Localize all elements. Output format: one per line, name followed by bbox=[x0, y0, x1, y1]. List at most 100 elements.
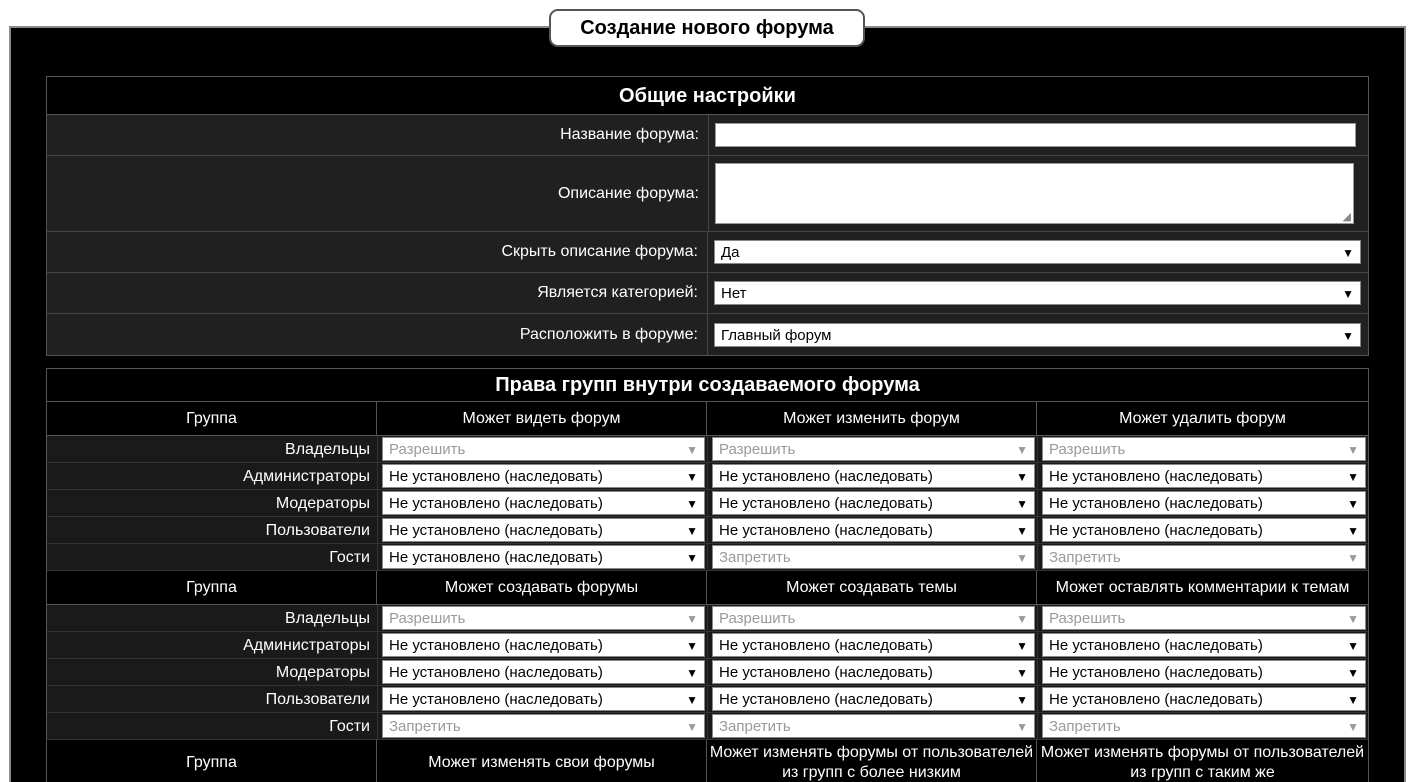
group-name: Владельцы bbox=[285, 441, 370, 458]
chevron-down-icon: ▼ bbox=[1016, 497, 1028, 511]
general-settings: Общие настройки Название форума: Описани… bbox=[46, 76, 1369, 356]
permission-select: Разрешить ▼ bbox=[1042, 606, 1366, 630]
permission-value: Не установлено (наследовать) bbox=[389, 495, 603, 512]
chevron-down-icon: ▼ bbox=[686, 551, 698, 565]
permission-value: Разрешить bbox=[1049, 441, 1126, 458]
permission-value: Не установлено (наследовать) bbox=[389, 468, 603, 485]
permission-value: Не установлено (наследовать) bbox=[389, 637, 603, 654]
permission-value: Не установлено (наследовать) bbox=[1049, 637, 1263, 654]
permission-select[interactable]: Не установлено (наследовать) ▼ bbox=[712, 491, 1035, 515]
permission-select[interactable]: Не установлено (наследовать) ▼ bbox=[382, 545, 705, 569]
permission-value: Разрешить bbox=[719, 610, 796, 627]
permission-value: Не установлено (наследовать) bbox=[1049, 468, 1263, 485]
chevron-down-icon: ▼ bbox=[1347, 666, 1359, 680]
permissions-header-row: Группа Может видеть форум Может изменить… bbox=[47, 402, 1368, 436]
permission-value: Разрешить bbox=[389, 610, 466, 627]
permission-select[interactable]: Не установлено (наследовать) ▼ bbox=[1042, 633, 1366, 657]
permission-row: Гости Не установлено (наследовать) ▼ Запрет… bbox=[47, 544, 1368, 571]
chevron-down-icon: ▼ bbox=[1016, 443, 1028, 457]
permission-value: Разрешить bbox=[1049, 610, 1126, 627]
group-permissions: Права групп внутри создаваемого форума Г… bbox=[46, 368, 1369, 782]
permission-select: Разрешить ▼ bbox=[1042, 437, 1366, 461]
permission-row: Пользователи Не установлено (наследовать)… bbox=[47, 517, 1368, 544]
permissions-header-row: Группа Может изменять свои форумы Может … bbox=[47, 740, 1368, 782]
chevron-down-icon: ▼ bbox=[1016, 524, 1028, 538]
parent-forum-value: Главный форум bbox=[721, 326, 832, 344]
is-category-select[interactable]: Нет ▼ bbox=[714, 281, 1361, 305]
chevron-down-icon: ▼ bbox=[1347, 639, 1359, 653]
chevron-down-icon: ▼ bbox=[1016, 551, 1028, 565]
permission-select[interactable]: Не установлено (наследовать) ▼ bbox=[382, 633, 705, 657]
chevron-down-icon: ▼ bbox=[686, 720, 698, 734]
parent-forum-label: Расположить в форуме: bbox=[47, 314, 708, 355]
permission-select: Запретить ▼ bbox=[712, 714, 1035, 738]
permission-value: Запретить bbox=[719, 549, 791, 566]
permission-select: Разрешить ▼ bbox=[712, 606, 1035, 630]
chevron-down-icon: ▼ bbox=[1016, 612, 1028, 626]
chevron-down-icon: ▼ bbox=[1342, 287, 1354, 301]
permission-row: Владельцы Разрешить ▼ Разрешить ▼ Разрешить ▼ bbox=[47, 605, 1368, 632]
permission-select: Запретить ▼ bbox=[1042, 714, 1366, 738]
parent-forum-select[interactable]: Главный форум ▼ bbox=[714, 322, 1361, 347]
permission-select[interactable]: Не установлено (наследовать) ▼ bbox=[382, 518, 705, 542]
permission-select[interactable]: Не установлено (наследовать) ▼ bbox=[382, 660, 705, 684]
chevron-down-icon: ▼ bbox=[1342, 328, 1354, 343]
forum-description-label: Описание форума: bbox=[47, 156, 709, 231]
is-category-label: Является категорией: bbox=[47, 273, 708, 313]
forum-name-input[interactable] bbox=[715, 123, 1356, 147]
permission-select[interactable]: Не установлено (наследовать) ▼ bbox=[382, 687, 705, 711]
permission-select[interactable]: Не установлено (наследовать) ▼ bbox=[1042, 687, 1366, 711]
group-name: Гости bbox=[329, 549, 370, 566]
chevron-down-icon: ▼ bbox=[1347, 470, 1359, 484]
chevron-down-icon: ▼ bbox=[1347, 497, 1359, 511]
is-category-row: Является категорией: Нет ▼ bbox=[47, 273, 1368, 314]
permission-value: Не установлено (наследовать) bbox=[389, 664, 603, 681]
permission-select[interactable]: Не установлено (наследовать) ▼ bbox=[382, 491, 705, 515]
chevron-down-icon: ▼ bbox=[686, 497, 698, 511]
permission-select[interactable]: Не установлено (наследовать) ▼ bbox=[1042, 464, 1366, 488]
chevron-down-icon: ▼ bbox=[1016, 720, 1028, 734]
group-name: Администраторы bbox=[243, 468, 370, 485]
permissions-header-row: Группа Может создавать форумы Может созд… bbox=[47, 571, 1368, 605]
is-category-value: Нет bbox=[721, 285, 747, 302]
hide-description-row: Скрыть описание форума: Да ▼ bbox=[47, 232, 1368, 273]
permission-row: Модераторы Не установлено (наследовать) ▼ Н… bbox=[47, 659, 1368, 686]
permission-value: Запретить bbox=[719, 718, 791, 735]
permission-select[interactable]: Не установлено (наследовать) ▼ bbox=[1042, 491, 1366, 515]
chevron-down-icon: ▼ bbox=[686, 470, 698, 484]
permission-select[interactable]: Не установлено (наследовать) ▼ bbox=[712, 518, 1035, 542]
permission-select[interactable]: Не установлено (наследовать) ▼ bbox=[382, 464, 705, 488]
permission-value: Не установлено (наследовать) bbox=[389, 549, 603, 566]
permission-select[interactable]: Не установлено (наследовать) ▼ bbox=[712, 464, 1035, 488]
resize-grip-icon[interactable]: ◢ bbox=[1343, 212, 1351, 223]
chevron-down-icon: ▼ bbox=[1342, 246, 1354, 260]
hide-description-select[interactable]: Да ▼ bbox=[714, 240, 1361, 264]
page-title: Создание нового форума bbox=[549, 9, 865, 47]
forum-description-row: Описание форума: ◢ bbox=[47, 156, 1368, 232]
permission-value: Не установлено (наследовать) bbox=[719, 522, 933, 539]
forum-name-label: Название форума: bbox=[47, 115, 709, 155]
group-name: Пользователи bbox=[265, 522, 370, 539]
permission-value: Не установлено (наследовать) bbox=[389, 522, 603, 539]
permission-select: Разрешить ▼ bbox=[382, 606, 705, 630]
hide-description-value: Да bbox=[721, 244, 740, 261]
chevron-down-icon: ▼ bbox=[686, 443, 698, 457]
permission-select[interactable]: Не установлено (наследовать) ▼ bbox=[712, 633, 1035, 657]
permission-select[interactable]: Не установлено (наследовать) ▼ bbox=[712, 660, 1035, 684]
hide-description-label: Скрыть описание форума: bbox=[47, 232, 708, 272]
chevron-down-icon: ▼ bbox=[686, 612, 698, 626]
forum-description-textarea[interactable]: ◢ bbox=[715, 163, 1354, 224]
permission-select[interactable]: Не установлено (наследовать) ▼ bbox=[1042, 660, 1366, 684]
chevron-down-icon: ▼ bbox=[1347, 443, 1359, 457]
permission-row: Модераторы Не установлено (наследовать) ▼ Н… bbox=[47, 490, 1368, 517]
general-settings-heading: Общие настройки bbox=[47, 77, 1368, 115]
chevron-down-icon: ▼ bbox=[1016, 666, 1028, 680]
permission-row: Администраторы Не установлено (наследоват… bbox=[47, 463, 1368, 490]
permission-select: Запретить ▼ bbox=[712, 545, 1035, 569]
chevron-down-icon: ▼ bbox=[686, 666, 698, 680]
permission-select[interactable]: Не установлено (наследовать) ▼ bbox=[1042, 518, 1366, 542]
group-column-header: Группа bbox=[47, 740, 377, 782]
chevron-down-icon: ▼ bbox=[686, 524, 698, 538]
chevron-down-icon: ▼ bbox=[1016, 693, 1028, 707]
permission-select[interactable]: Не установлено (наследовать) ▼ bbox=[712, 687, 1035, 711]
